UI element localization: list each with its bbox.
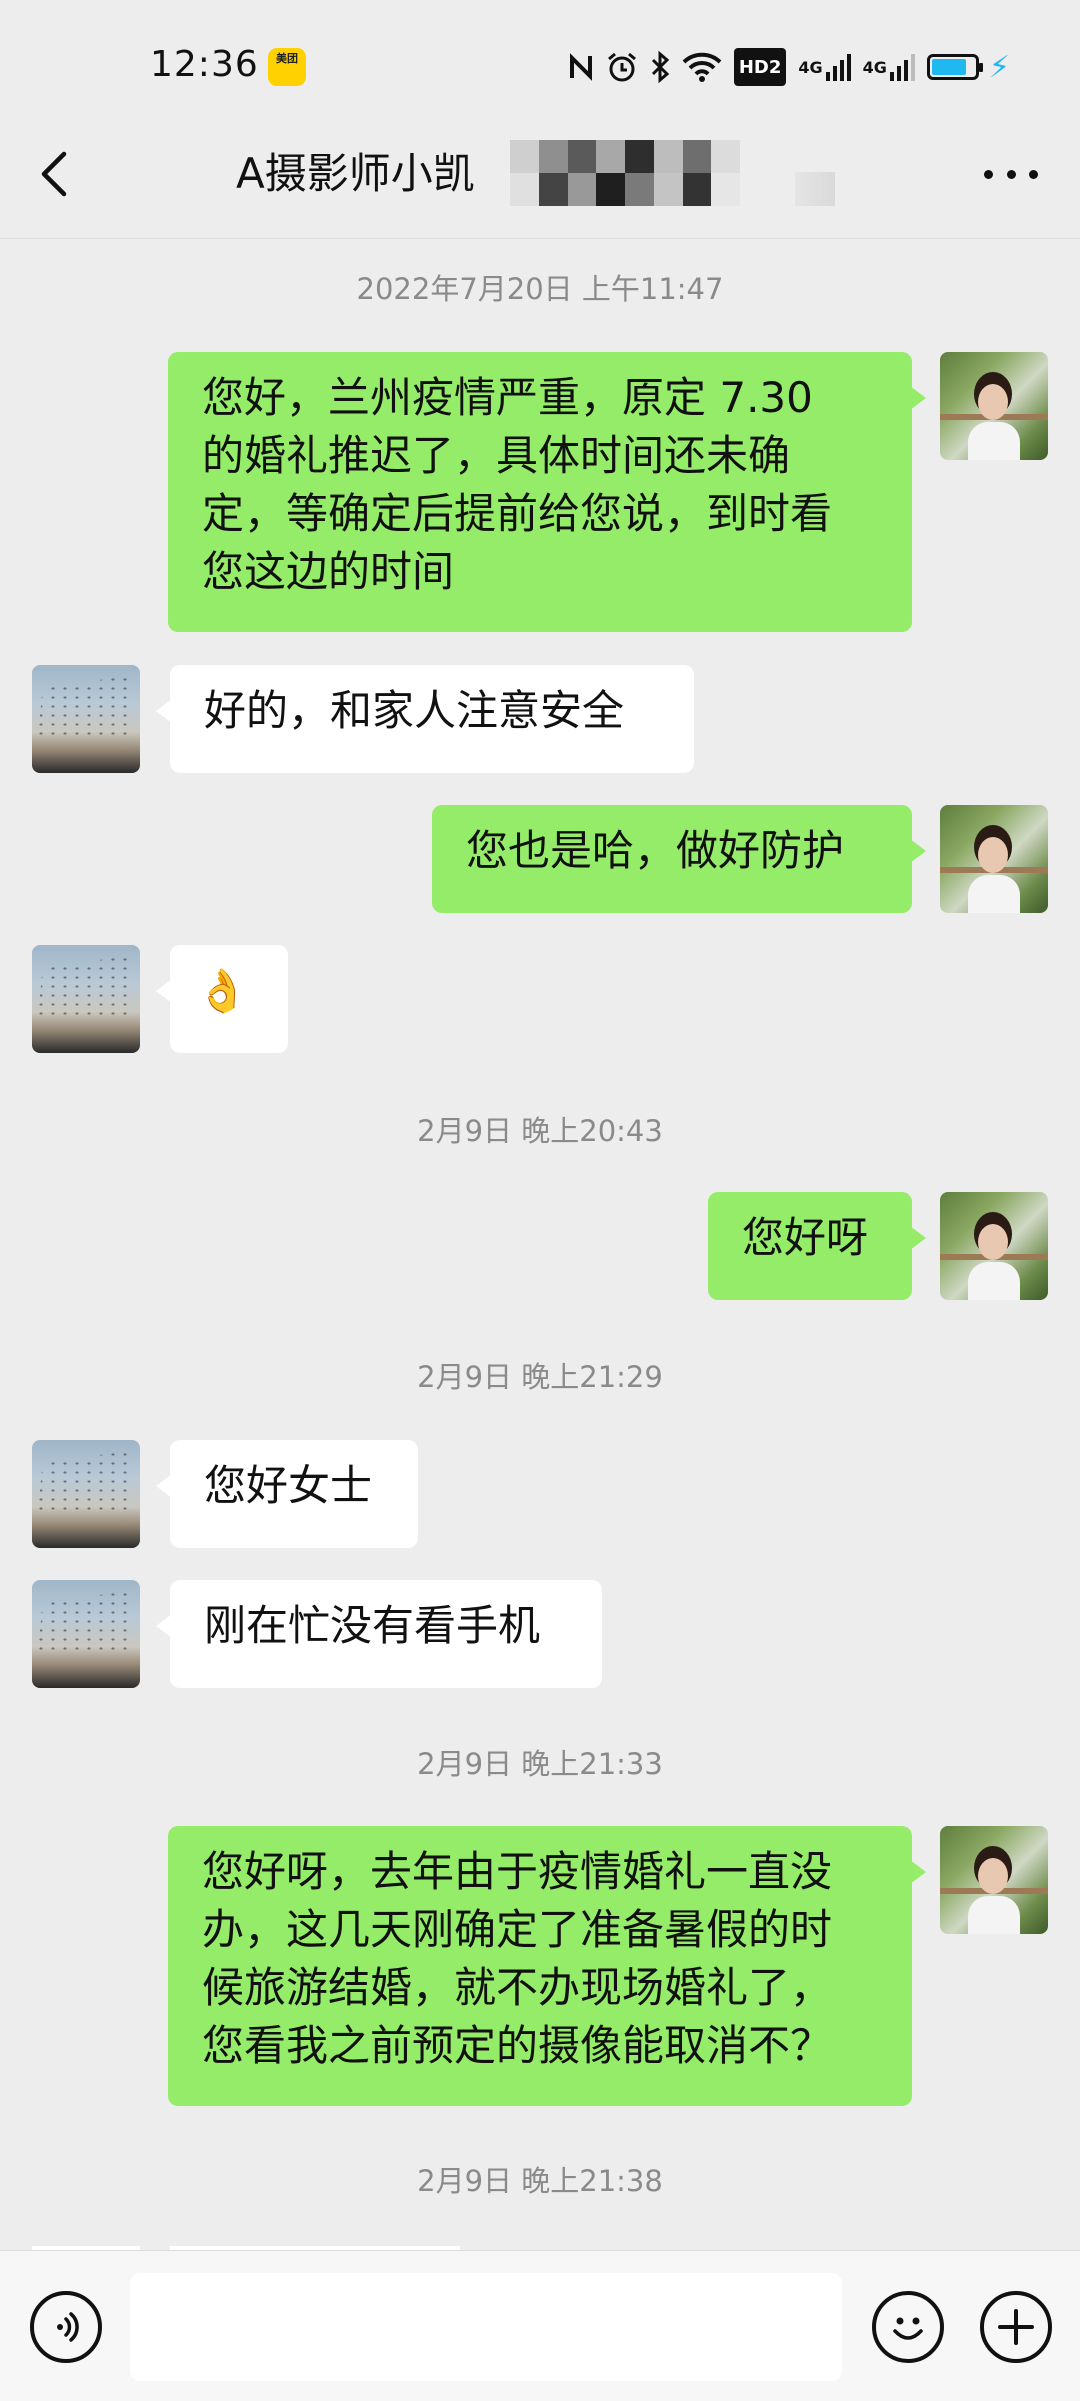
mosaic-block — [510, 173, 539, 206]
message-input[interactable] — [130, 2273, 842, 2381]
status-time: 12:36 — [150, 44, 259, 85]
more-dots-icon — [984, 169, 993, 179]
more-dots-icon — [1029, 169, 1038, 179]
message-text: 您好女士 — [204, 1461, 373, 1510]
mosaic-block — [653, 173, 683, 206]
mosaic-block — [625, 140, 654, 173]
message-line: 定，等确定后提前给您说，到时看 — [202, 489, 833, 538]
nfc-icon — [568, 50, 594, 84]
plus-button[interactable] — [980, 2291, 1052, 2363]
mosaic-block — [510, 140, 539, 173]
my-message-bubble[interactable]: 您好呀，去年由于疫情婚礼一直没 办，这几天刚确定了准备暑假的时 候旅游结婚，就不… — [168, 1826, 926, 2106]
message-line: 您看我之前预定的摄像能取消不？ — [202, 2021, 833, 2070]
blurred-name-mosaic — [795, 172, 835, 206]
message-timestamp: 2月9日 晚上20:43 — [417, 1114, 663, 1148]
mosaic-block — [567, 140, 597, 173]
meituan-app-icon: 美团 — [268, 48, 306, 86]
message-text: 您也是哈，做好防护 — [466, 826, 845, 875]
message-text: 刚在忙没有看手机 — [204, 1601, 541, 1650]
voice-button[interactable] — [30, 2291, 102, 2363]
hd-icon: HD2 — [733, 48, 787, 86]
contact-message-bubble[interactable]: 👌 — [156, 945, 288, 1053]
message-timestamp: 2月9日 晚上21:38 — [417, 2164, 663, 2198]
message-line: 您好呀，去年由于疫情婚礼一直没 — [202, 1847, 833, 1896]
mosaic-block — [538, 140, 568, 173]
chat-title[interactable]: A摄影师小凯 — [236, 140, 475, 201]
my-avatar[interactable] — [940, 352, 1048, 460]
contact-avatar[interactable] — [32, 1580, 140, 1688]
emoji-icon — [893, 2317, 923, 2340]
wifi-icon — [682, 50, 722, 84]
contact-avatar[interactable] — [32, 945, 140, 1053]
mosaic-block — [538, 173, 568, 206]
my-message-bubble[interactable]: 您好，兰州疫情严重，原定 7.30 的婚礼推迟了，具体时间还未确 定，等确定后提… — [168, 352, 926, 632]
ok-hand-emoji: 👌 — [196, 966, 249, 1015]
message-timestamp: 2月9日 晚上21:33 — [417, 1747, 663, 1781]
contact-message-bubble[interactable]: 刚在忙没有看手机 — [156, 1580, 602, 1688]
mosaic-block — [596, 173, 625, 206]
mosaic-block — [682, 173, 712, 206]
message-text: 您好呀 — [742, 1213, 869, 1262]
message-line: 候旅游结婚，就不办现场婚礼了， — [202, 1963, 833, 2012]
signal-icon: 4G — [798, 50, 851, 84]
back-button[interactable] — [30, 146, 80, 202]
message-line: 您这边的时间 — [202, 547, 455, 596]
mosaic-block — [653, 140, 683, 173]
bluetooth-icon — [650, 50, 670, 84]
mosaic-block — [711, 173, 740, 206]
mosaic-block — [567, 173, 597, 206]
chevron-left-icon — [41, 151, 67, 197]
blurred-name-mosaic — [510, 140, 740, 206]
my-message-bubble[interactable]: 您也是哈，做好防护 — [432, 805, 926, 913]
chat-header: A摄影师小凯 — [0, 110, 1080, 239]
my-message-bubble[interactable]: 您好呀 — [708, 1192, 926, 1300]
my-avatar[interactable] — [940, 805, 1048, 913]
my-avatar[interactable] — [940, 1192, 1048, 1300]
message-timestamp: 2022年7月20日 上午11:47 — [356, 272, 724, 306]
mosaic-block — [625, 173, 654, 206]
plus-icon — [998, 2309, 1034, 2345]
alarm-icon — [606, 50, 638, 84]
battery-icon — [926, 50, 983, 84]
mosaic-block — [711, 140, 740, 173]
message-timestamp: 2月9日 晚上21:29 — [417, 1360, 663, 1394]
charging-icon: ⚡ — [988, 49, 1010, 85]
signal-icon: 4G — [863, 50, 915, 84]
contact-message-bubble[interactable]: 好的，和家人注意安全 — [156, 665, 694, 773]
emoji-button[interactable] — [872, 2291, 944, 2363]
message-text: 好的，和家人注意安全 — [204, 686, 625, 735]
message-line: 办，这几天刚确定了准备暑假的时 — [202, 1905, 833, 1954]
message-line: 您好，兰州疫情严重，原定 7.30 — [202, 373, 813, 422]
contact-avatar[interactable] — [32, 1440, 140, 1548]
status-icons: HD2 4G 4G ⚡ — [568, 48, 1010, 86]
mosaic-block — [596, 140, 625, 173]
voice-icon — [57, 2312, 79, 2342]
more-dots-icon — [1006, 169, 1016, 179]
contact-message-bubble[interactable]: 您好女士 — [156, 1440, 418, 1548]
my-avatar[interactable] — [940, 1826, 1048, 1934]
input-bar — [0, 2250, 1080, 2401]
message-line: 的婚礼推迟了，具体时间还未确 — [202, 431, 791, 480]
mosaic-block — [682, 140, 712, 173]
more-options-button[interactable] — [984, 154, 1038, 194]
contact-avatar[interactable] — [32, 665, 140, 773]
